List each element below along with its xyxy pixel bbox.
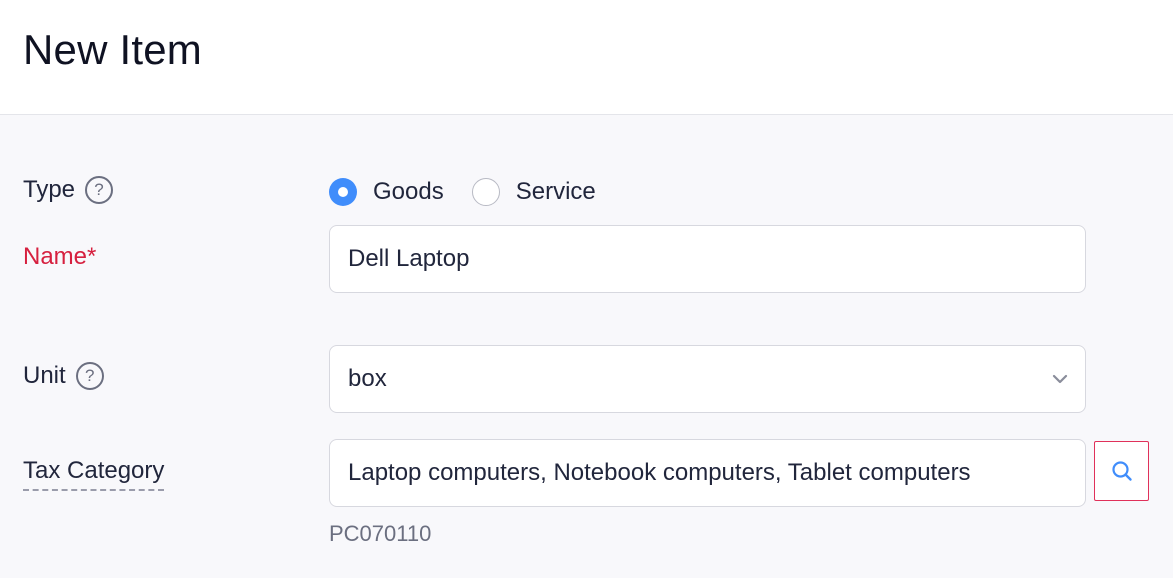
name-field-container[interactable] [329,225,1086,293]
tax-category-code: PC070110 [329,521,432,546]
question-circle-icon[interactable]: ? [85,176,114,204]
tax-category-value: Laptop computers, Notebook computers, Ta… [348,459,971,486]
tax-category-label-row: Tax Category [23,457,165,491]
unit-select-value: box [348,365,387,392]
type-option-goods[interactable]: Goods [329,178,444,206]
page-title: New Item [23,26,202,73]
page-header: New Item [0,0,1173,115]
question-circle-icon[interactable]: ? [75,362,104,390]
tax-category-search-button[interactable] [1094,441,1149,501]
tax-category-label[interactable]: Tax Category [23,457,165,491]
type-radio-group: Goods Service [329,178,624,206]
goods-radio-label[interactable]: Goods [373,178,444,206]
name-input[interactable] [348,245,1067,273]
type-label: Type [23,176,76,203]
type-option-service[interactable]: Service [471,178,596,206]
goods-radio[interactable] [329,178,357,206]
tax-category-field[interactable]: Laptop computers, Notebook computers, Ta… [329,439,1086,507]
unit-select[interactable]: box [329,345,1086,413]
service-radio[interactable] [471,178,500,206]
chevron-down-icon [1052,374,1068,384]
service-radio-label[interactable]: Service [516,178,596,206]
unit-label-row: Unit ? [23,362,104,390]
search-icon [1111,461,1132,481]
type-label-row: Type ? [23,176,114,204]
name-label: Name* [23,243,97,270]
unit-label: Unit [23,362,66,389]
